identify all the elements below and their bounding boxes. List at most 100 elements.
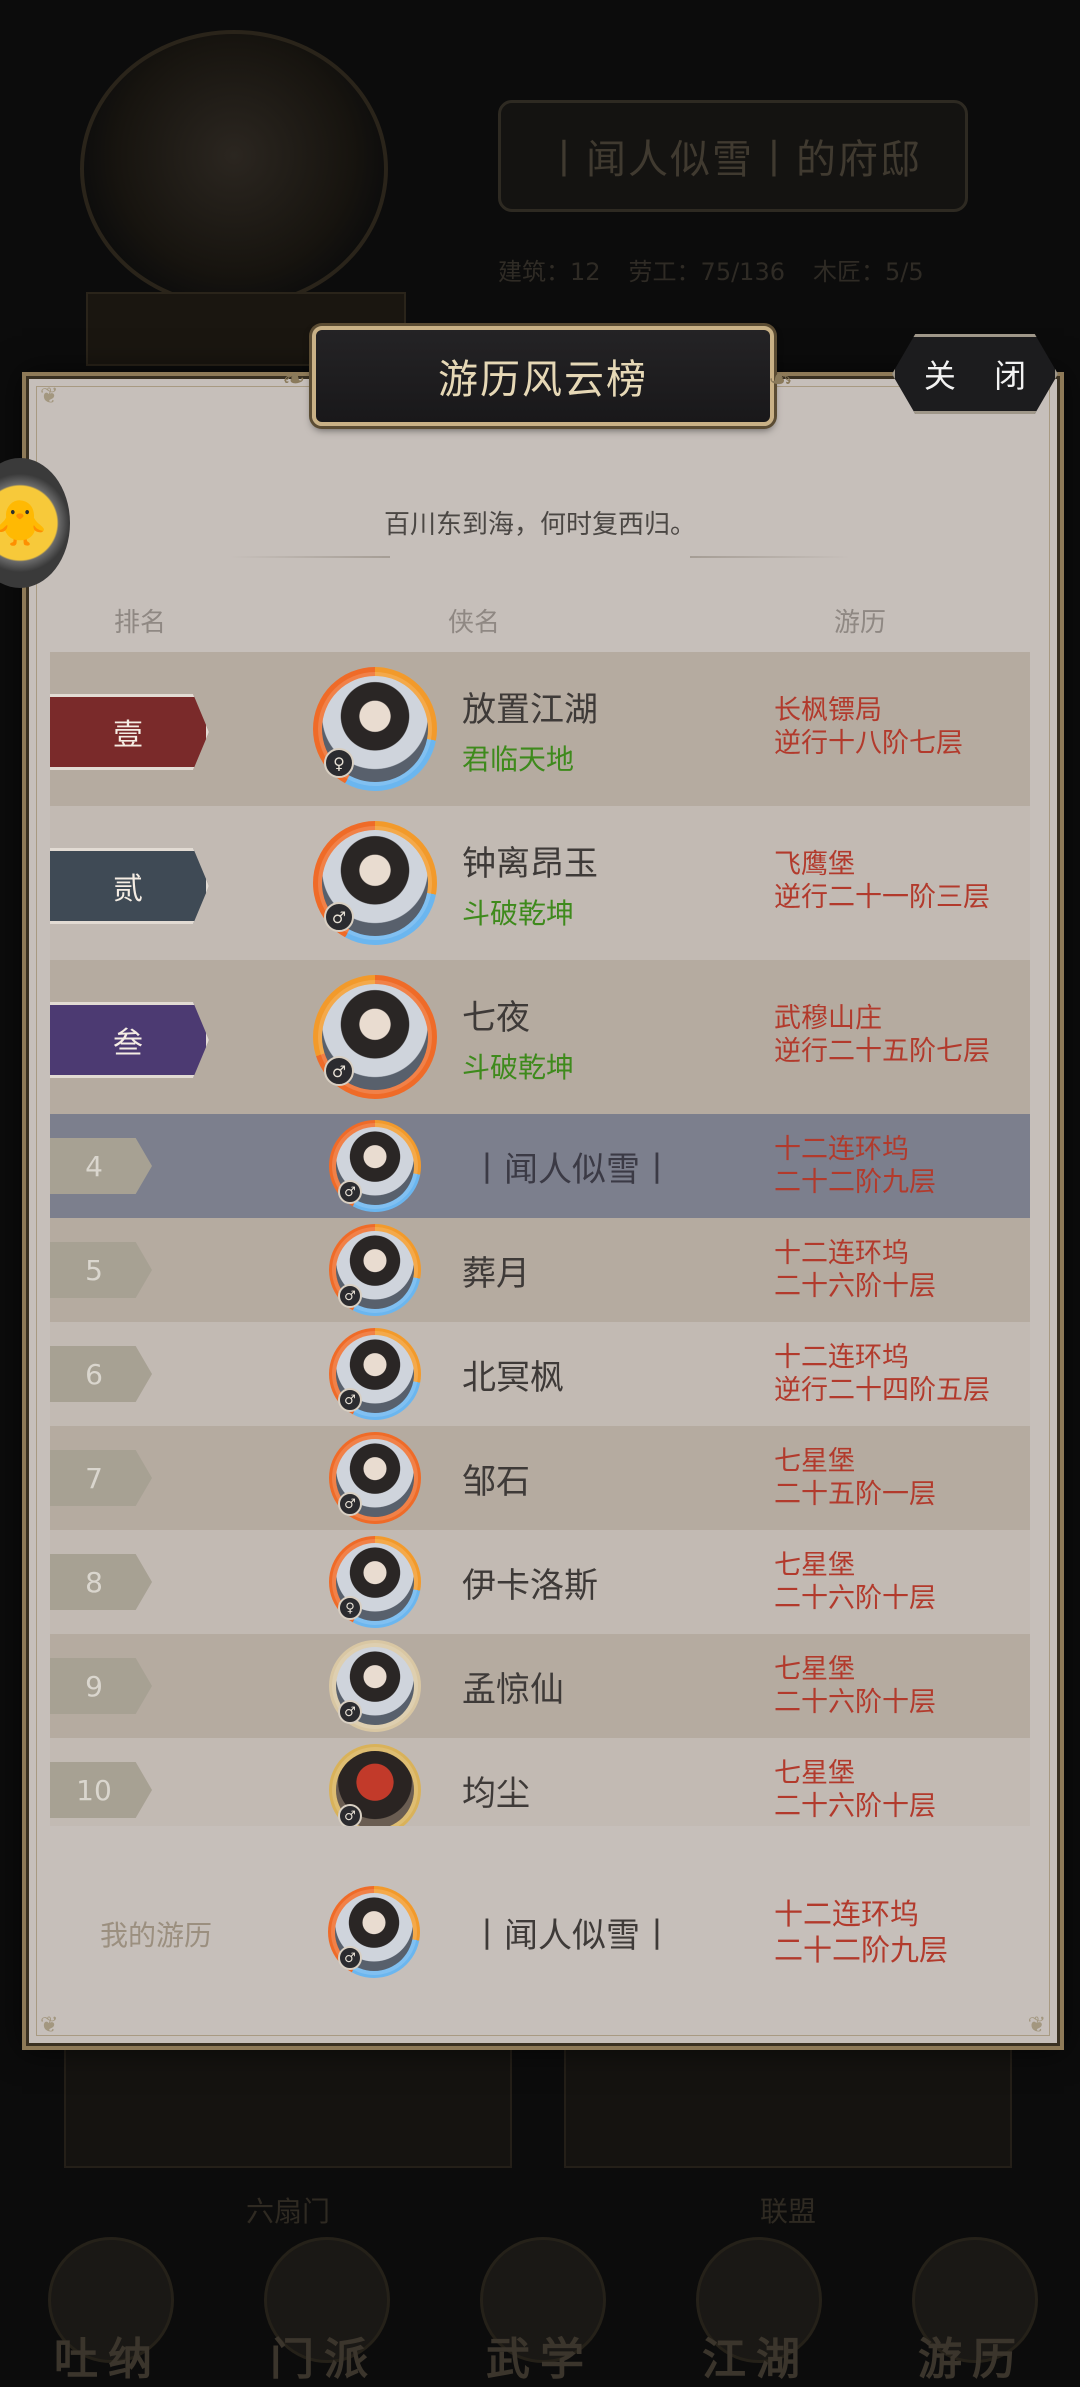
rank-badge: 6 [50, 1346, 152, 1402]
travel-info: 七星堡 二十六阶十层 [774, 1549, 936, 1615]
ranking-list[interactable]: 壹 ♀ 放置江湖 君临天地 长枫镖局 逆行十八阶七层 贰 ♂ 钟离昂玉 斗破乾坤… [50, 652, 1030, 1826]
travel-info: 十二连环坞 逆行二十四阶五层 [774, 1341, 990, 1407]
stat-buildings: 建筑：12 [498, 258, 601, 286]
ranking-row[interactable]: 5 ♂ 葬月 十二连环坞 二十六阶十层 [50, 1218, 1030, 1322]
guild-name: 十二连环坞 [774, 1238, 909, 1269]
ranking-row[interactable]: 9 ♂ 孟惊仙 七星堡 二十六阶十层 [50, 1634, 1030, 1738]
travel-info: 十二连环坞 二十六阶十层 [774, 1237, 936, 1303]
travel-progress: 逆行二十五阶七层 [774, 1036, 990, 1067]
column-header-hero: 侠名 [448, 608, 501, 638]
modal-title-text: 游历风云榜 [438, 357, 648, 403]
travel-progress: 二十六阶十层 [774, 1583, 936, 1614]
travel-info: 七星堡 二十五阶一层 [774, 1445, 936, 1511]
rank-badge: 壹 [50, 694, 209, 770]
nav-jianghu: 江湖 [661, 2227, 851, 2387]
corner-ornament-icon: ❦ [40, 384, 59, 409]
rank-badge: 5 [50, 1242, 152, 1298]
guild-name: 七星堡 [774, 1758, 855, 1789]
nav-wuxue: 武学 [445, 2227, 635, 2387]
stat-carpenters: 木匠：5/5 [812, 258, 924, 286]
hero-name: 伊卡洛斯 [462, 1566, 598, 1606]
travel-progress: 二十六阶十层 [774, 1271, 936, 1302]
male-icon: ♂ [338, 1700, 362, 1724]
residence-title: 丨闻人似雪丨的府邸 [498, 100, 968, 212]
male-icon: ♂ [338, 1388, 362, 1412]
nav-menpai: 门派 [229, 2227, 419, 2387]
quote-divider-right [690, 556, 850, 558]
ranking-row[interactable]: 叁 ♂ 七夜 斗破乾坤 武穆山庄 逆行二十五阶七层 [50, 960, 1030, 1114]
hero-name: 放置江湖 [462, 690, 598, 730]
residence-stats: 建筑：12 劳工：75/136 木匠：5/5 [498, 252, 978, 287]
my-travel-label: 我的游历 [100, 1919, 213, 1952]
ranking-row[interactable]: 10 ♂ 均尘 七星堡 二十六阶十层 [50, 1738, 1030, 1826]
travel-progress: 二十六阶十层 [774, 1791, 936, 1822]
guild-name: 十二连环坞 [774, 1134, 909, 1165]
ranking-row[interactable]: 7 ♂ 邹石 七星堡 二十五阶一层 [50, 1426, 1030, 1530]
rank-badge: 贰 [50, 848, 209, 924]
male-icon: ♂ [324, 1056, 354, 1086]
male-icon: ♂ [338, 1284, 362, 1308]
column-header-rank: 排名 [114, 608, 167, 638]
nav-youli: 游历 [877, 2227, 1067, 2387]
female-icon: ♀ [324, 748, 354, 778]
rank-badge: 4 [50, 1138, 152, 1194]
travel-progress: 二十五阶一层 [774, 1479, 936, 1510]
hero-name: 邹石 [462, 1462, 530, 1502]
travel-progress: 逆行二十一阶三层 [774, 882, 990, 913]
travel-progress: 逆行二十四阶五层 [774, 1375, 990, 1406]
guild-name: 飞鹰堡 [774, 849, 855, 880]
travel-info: 七星堡 二十六阶十层 [774, 1653, 936, 1719]
my-hero-name: 丨闻人似雪丨 [470, 1916, 674, 1956]
hero-name: 丨闻人似雪丨 [470, 1150, 674, 1190]
my-travel-info: 十二连环坞 二十二阶九层 [774, 1896, 948, 1968]
rank-badge: 7 [50, 1450, 152, 1506]
travel-info: 十二连环坞 二十二阶九层 [774, 1133, 936, 1199]
stat-workers: 劳工：75/136 [628, 258, 785, 286]
column-header-travel: 游历 [834, 608, 887, 638]
guild-name: 七星堡 [774, 1446, 855, 1477]
hero-name: 葬月 [462, 1254, 530, 1294]
rank-badge: 8 [50, 1554, 152, 1610]
male-icon: ♂ [338, 1804, 362, 1826]
travel-progress: 二十六阶十层 [774, 1687, 936, 1718]
travel-info: 武穆山庄 逆行二十五阶七层 [774, 1002, 990, 1068]
ranking-row[interactable]: 壹 ♀ 放置江湖 君临天地 长枫镖局 逆行十八阶七层 [50, 652, 1030, 806]
close-button[interactable]: 关 闭 [892, 334, 1058, 414]
guild-name: 武穆山庄 [774, 1003, 882, 1034]
ranking-row[interactable]: 6 ♂ 北冥枫 十二连环坞 逆行二十四阶五层 [50, 1322, 1030, 1426]
title-ornament-right-icon: ☙ [768, 362, 794, 395]
hero-title: 斗破乾坤 [462, 897, 575, 930]
female-icon: ♀ [338, 1596, 362, 1620]
travel-info: 七星堡 二十六阶十层 [774, 1757, 936, 1823]
travel-info: 长枫镖局 逆行十八阶七层 [774, 694, 963, 760]
ranking-row-current-player[interactable]: 4 ♂ 丨闻人似雪丨 十二连环坞 二十二阶九层 [50, 1114, 1030, 1218]
rank-badge: 叁 [50, 1002, 209, 1078]
travel-progress: 二十二阶九层 [774, 1167, 936, 1198]
ranking-row[interactable]: 贰 ♂ 钟离昂玉 斗破乾坤 飞鹰堡 逆行二十一阶三层 [50, 806, 1030, 960]
hero-name: 七夜 [462, 998, 530, 1038]
hero-name: 北冥枫 [462, 1358, 564, 1398]
panel-liushanmen: 六扇门 [64, 2048, 512, 2228]
hero-name: 孟惊仙 [462, 1670, 564, 1710]
residence-emblem [80, 30, 388, 308]
guild-name: 十二连环坞 [774, 1342, 909, 1373]
title-ornament-left-icon: ❧ [282, 362, 306, 395]
modal-quote: 百川东到海，何时复西归。 [383, 510, 696, 540]
ranking-row[interactable]: 8 ♀ 伊卡洛斯 七星堡 二十六阶十层 [50, 1530, 1030, 1634]
nav-tuna: 吐纳 [13, 2227, 203, 2387]
male-icon: ♂ [324, 902, 354, 932]
my-travel-row[interactable]: 我的游历 ♂ 丨闻人似雪丨 十二连环坞 二十二阶九层 [22, 1840, 1056, 2024]
guild-name: 十二连环坞 [774, 1897, 920, 1931]
male-icon: ♂ [338, 1946, 362, 1970]
guild-name: 七星堡 [774, 1550, 855, 1581]
male-icon: ♂ [338, 1492, 362, 1516]
bottom-nav: 吐纳 门派 武学 江湖 游历 [0, 2210, 1080, 2387]
hero-name: 钟离昂玉 [462, 844, 598, 884]
lower-panels: 六扇门 联盟 [64, 2048, 1012, 2228]
hero-name: 均尘 [462, 1774, 530, 1814]
hero-title: 斗破乾坤 [462, 1051, 575, 1084]
male-icon: ♂ [338, 1180, 362, 1204]
modal-title: 游历风云榜 [312, 326, 774, 426]
travel-info: 飞鹰堡 逆行二十一阶三层 [774, 848, 990, 914]
guild-name: 长枫镖局 [774, 695, 882, 726]
